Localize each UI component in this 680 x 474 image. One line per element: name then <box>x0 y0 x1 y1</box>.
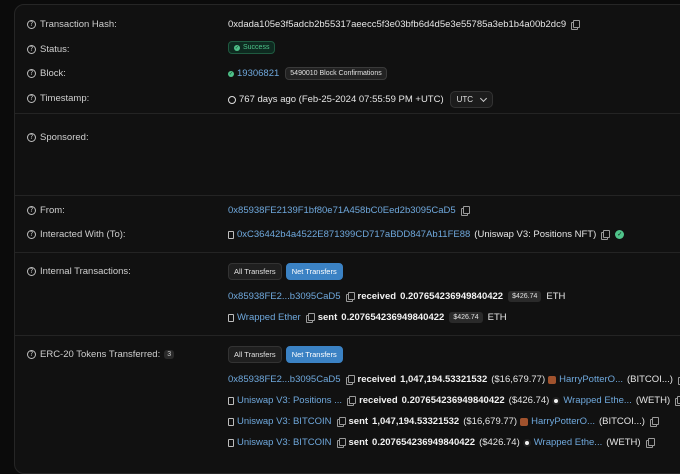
erc20-row: Uniswap V3: BITCOIN sent 0.2076542369498… <box>228 437 655 448</box>
divider <box>15 113 680 114</box>
address-link[interactable]: Uniswap V3: Positions ... <box>237 395 342 406</box>
timezone-select[interactable]: UTC <box>449 91 494 108</box>
help-icon[interactable]: ? <box>27 94 36 103</box>
check-circle-icon: ✓ <box>234 44 240 51</box>
help-icon[interactable]: ? <box>27 350 36 359</box>
address-link[interactable]: 0x85938FE2...b3095CaD5 <box>228 374 341 385</box>
erc20-tabs: All Transfers Net Transfers <box>228 346 347 363</box>
help-icon[interactable]: ? <box>27 133 36 142</box>
help-icon[interactable]: ? <box>27 69 36 78</box>
block-finalized-indicator: ✓ <box>228 70 237 77</box>
copy-icon[interactable] <box>345 292 355 302</box>
erc20-row: Uniswap V3: Positions ... received 0.207… <box>228 395 680 406</box>
status-label: ? Status: <box>27 44 70 55</box>
erc20-label: ? ERC-20 Tokens Transferred: 3 <box>27 349 175 360</box>
net-transfers-button[interactable]: Net Transfers <box>285 263 343 280</box>
interacted-value: 0xC36442b4a4522E871399CD717aBDD847Ab11FE… <box>228 229 625 240</box>
contract-icon <box>228 313 234 322</box>
status-value: ✓ Success <box>228 41 276 54</box>
transaction-details-panel: ? Transaction Hash: 0xdada105e3f5adcb2b5… <box>14 4 680 474</box>
help-icon[interactable]: ? <box>27 45 36 54</box>
check-circle-icon: ✓ <box>228 70 234 77</box>
copy-icon[interactable] <box>601 230 611 240</box>
from-label: ? From: <box>27 205 65 216</box>
address-link[interactable]: 0x85938FE2...b3095CaD5 <box>228 291 341 302</box>
internal-tx-tabs: All Transfers Net Transfers <box>228 263 347 280</box>
status-badge: ✓ Success <box>228 41 276 54</box>
chevron-down-icon <box>480 94 488 102</box>
timestamp-label: ? Timestamp: <box>27 93 89 104</box>
divider <box>15 335 680 336</box>
address-link[interactable]: Wrapped Ether <box>237 312 301 323</box>
token-logo-icon <box>522 438 531 447</box>
copy-icon[interactable] <box>645 438 655 448</box>
erc20-count-badge: 3 <box>164 350 175 359</box>
usd-badge: $426.74 <box>508 291 542 302</box>
copy-icon[interactable] <box>336 438 346 448</box>
sponsored-label: ? Sponsored: <box>27 132 89 143</box>
erc20-row: Uniswap V3: BITCOIN sent 1,047,194.53321… <box>228 416 659 427</box>
contract-name: (Uniswap V3: Positions NFT) <box>474 229 597 240</box>
copy-icon[interactable] <box>305 313 315 323</box>
block-number-link[interactable]: 19306821 <box>237 68 279 79</box>
usd-badge: $426.74 <box>449 312 483 323</box>
copy-icon[interactable] <box>336 417 346 427</box>
copy-icon[interactable] <box>345 375 355 385</box>
contract-icon <box>228 417 234 426</box>
copy-icon[interactable] <box>347 396 357 406</box>
erc20-row: 0x85938FE2...b3095CaD5 received 1,047,19… <box>228 374 680 385</box>
net-transfers-button[interactable]: Net Transfers <box>285 346 343 363</box>
internal-tx-row: 0x85938FE2...b3095CaD5 received 0.207654… <box>228 291 566 302</box>
divider <box>15 195 680 196</box>
internal-tx-row: Wrapped Ether sent 0.207654236949840422 … <box>228 312 507 323</box>
all-transfers-button[interactable]: All Transfers <box>228 263 282 280</box>
timestamp-text: 767 days ago (Feb-25-2024 07:55:59 PM +U… <box>239 94 444 105</box>
block-label: ? Block: <box>27 68 66 79</box>
token-link[interactable]: Wrapped Ethe... <box>534 437 602 448</box>
token-logo-icon <box>520 417 529 426</box>
help-icon[interactable]: ? <box>27 206 36 215</box>
verified-icon: ✓ <box>615 230 625 239</box>
help-icon[interactable]: ? <box>27 230 36 239</box>
contract-address-link[interactable]: 0xC36442b4a4522E871399CD717aBDD847Ab11FE… <box>237 229 470 240</box>
copy-icon[interactable] <box>571 20 581 30</box>
address-link[interactable]: Uniswap V3: BITCOIN <box>237 437 332 448</box>
from-address-link[interactable]: 0x85938FE2139F1bf80e71A458bC0Eed2b3095Ca… <box>228 205 456 216</box>
address-link[interactable]: Uniswap V3: BITCOIN <box>237 416 332 427</box>
token-link[interactable]: Wrapped Ethe... <box>563 395 631 406</box>
timestamp-value: 767 days ago (Feb-25-2024 07:55:59 PM +U… <box>228 91 494 108</box>
token-link[interactable]: HarryPotterO... <box>559 374 623 385</box>
clock-icon <box>228 95 236 104</box>
tx-hash-text: 0xdada105e3f5adcb2b55317aeecc5f3e03bfb6d… <box>228 19 567 30</box>
from-value: 0x85938FE2139F1bf80e71A458bC0Eed2b3095Ca… <box>228 205 470 216</box>
token-logo-icon <box>552 396 561 405</box>
internal-tx-label: ? Internal Transactions: <box>27 266 131 277</box>
help-icon[interactable]: ? <box>27 20 36 29</box>
contract-icon <box>228 438 234 447</box>
contract-icon <box>228 396 234 405</box>
block-value: ✓ 19306821 5490010 Block Confirmations <box>228 67 387 80</box>
copy-icon[interactable] <box>649 417 659 427</box>
token-link[interactable]: HarryPotterO... <box>531 416 595 427</box>
tx-hash-value: 0xdada105e3f5adcb2b55317aeecc5f3e03bfb6d… <box>228 19 581 30</box>
token-logo-icon <box>548 375 557 384</box>
divider <box>15 252 680 253</box>
copy-icon[interactable] <box>675 396 680 406</box>
contract-icon <box>228 230 234 239</box>
block-confirmations-badge: 5490010 Block Confirmations <box>285 67 387 80</box>
copy-icon[interactable] <box>460 206 470 216</box>
help-icon[interactable]: ? <box>27 267 36 276</box>
interacted-label: ? Interacted With (To): <box>27 229 126 240</box>
all-transfers-button[interactable]: All Transfers <box>228 346 282 363</box>
tx-hash-label: ? Transaction Hash: <box>27 19 117 30</box>
